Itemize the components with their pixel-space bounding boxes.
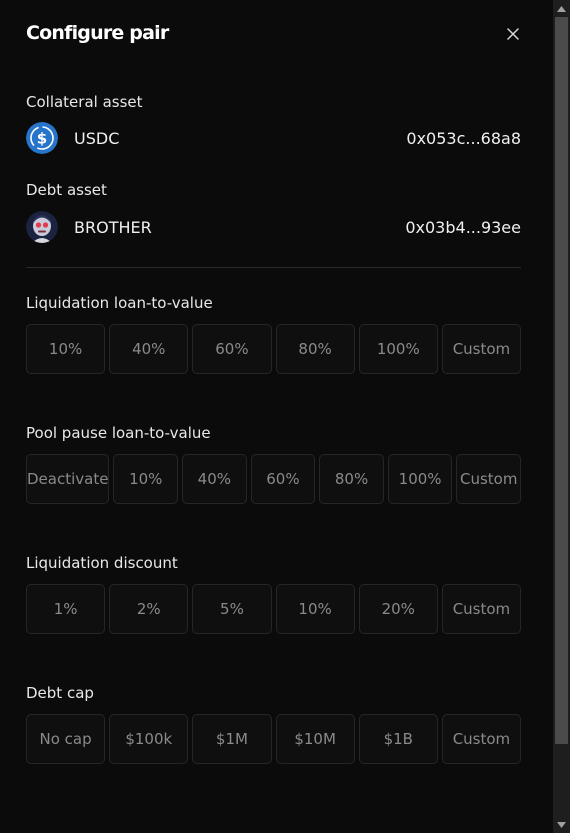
close-icon	[507, 28, 519, 40]
liquidation-ltv-label: Liquidation loan-to-value	[26, 294, 213, 312]
debt-cap-no-cap-button[interactable]: No cap	[26, 714, 106, 764]
debt-asset-label: Debt asset	[26, 181, 107, 199]
liquidation-ltv-custom-button[interactable]: Custom	[441, 324, 522, 374]
collateral-asset-label: Collateral asset	[26, 93, 143, 111]
debt-cap-options: No cap $100k $1M $10M $1B Custom	[26, 714, 522, 764]
scrollbar-thumb[interactable]	[555, 17, 568, 744]
scroll-down-arrow-icon[interactable]	[555, 817, 568, 832]
debt-asset-row: BROTHER 0x03b4...93ee	[26, 211, 521, 243]
liquidation-discount-label: Liquidation discount	[26, 554, 178, 572]
liquidation-ltv-option[interactable]: 40%	[109, 324, 189, 374]
pool-pause-ltv-option[interactable]: 60%	[250, 454, 316, 504]
close-button[interactable]	[503, 24, 523, 44]
debt-cap-option[interactable]: $10M	[275, 714, 355, 764]
liquidation-discount-option[interactable]: 20%	[358, 584, 438, 634]
configure-pair-dialog: Configure pair Collateral asset $ USDC 0…	[0, 0, 553, 833]
liquidation-discount-option[interactable]: 5%	[192, 584, 272, 634]
liquidation-ltv-option[interactable]: 10%	[26, 324, 106, 374]
dialog-title: Configure pair	[26, 22, 169, 44]
liquidation-ltv-option[interactable]: 100%	[358, 324, 438, 374]
pool-pause-ltv-option[interactable]: 10%	[113, 454, 179, 504]
debt-asset-symbol: BROTHER	[74, 217, 152, 237]
debt-cap-option[interactable]: $100k	[109, 714, 189, 764]
debt-cap-option[interactable]: $1B	[358, 714, 438, 764]
liquidation-discount-options: 1% 2% 5% 10% 20% Custom	[26, 584, 522, 634]
collateral-asset-row: $ USDC 0x053c...68a8	[26, 122, 521, 154]
liquidation-discount-option[interactable]: 10%	[275, 584, 355, 634]
pool-pause-ltv-label: Pool pause loan-to-value	[26, 424, 211, 442]
pool-pause-deactivate-button[interactable]: Deactivate	[26, 454, 110, 504]
divider	[26, 267, 521, 268]
liquidation-discount-option[interactable]: 1%	[26, 584, 106, 634]
brother-avatar-icon	[26, 211, 58, 243]
collateral-asset-address[interactable]: 0x053c...68a8	[406, 129, 521, 148]
svg-text:$: $	[37, 130, 47, 148]
liquidation-ltv-options: 10% 40% 60% 80% 100% Custom	[26, 324, 522, 374]
pool-pause-ltv-custom-button[interactable]: Custom	[456, 454, 522, 504]
pool-pause-ltv-option[interactable]: 40%	[182, 454, 247, 504]
scroll-up-arrow-icon[interactable]	[555, 1, 568, 16]
debt-cap-option[interactable]: $1M	[192, 714, 272, 764]
debt-cap-custom-button[interactable]: Custom	[441, 714, 522, 764]
usdc-icon: $	[26, 122, 58, 154]
liquidation-discount-custom-button[interactable]: Custom	[441, 584, 522, 634]
liquidation-ltv-option[interactable]: 80%	[275, 324, 355, 374]
debt-cap-label: Debt cap	[26, 684, 94, 702]
debt-asset-address[interactable]: 0x03b4...93ee	[405, 218, 521, 237]
pool-pause-ltv-options: Deactivate 10% 40% 60% 80% 100% Custom	[26, 454, 522, 504]
pool-pause-ltv-option[interactable]: 80%	[319, 454, 384, 504]
pool-pause-ltv-option[interactable]: 100%	[387, 454, 453, 504]
collateral-asset-symbol: USDC	[74, 128, 120, 148]
liquidation-ltv-option[interactable]: 60%	[192, 324, 272, 374]
liquidation-discount-option[interactable]: 2%	[109, 584, 189, 634]
